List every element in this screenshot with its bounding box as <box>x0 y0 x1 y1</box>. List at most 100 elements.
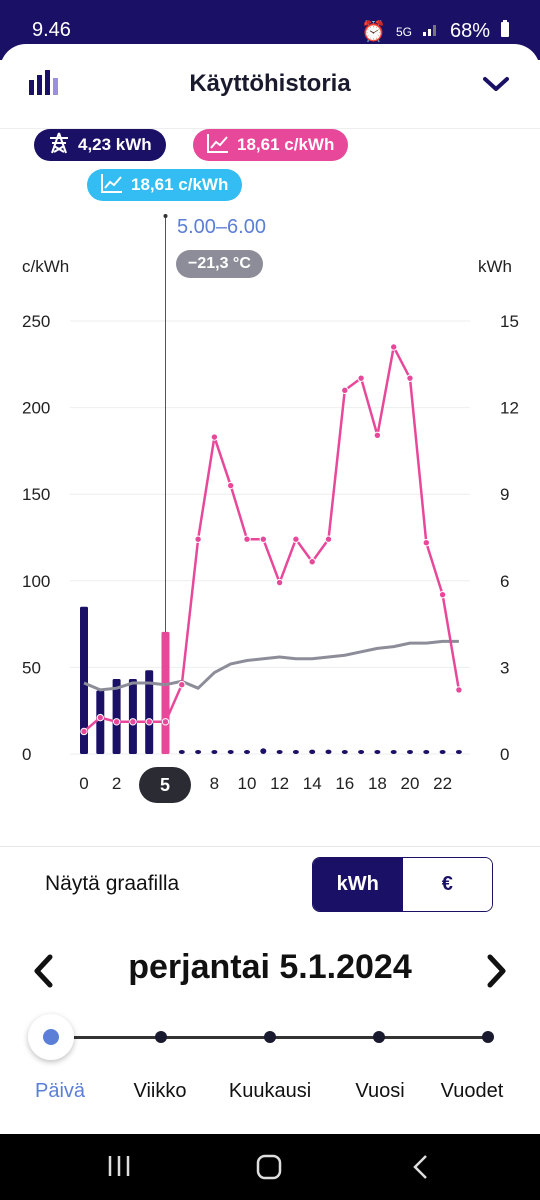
toggle-kwh[interactable]: kWh <box>313 858 403 911</box>
x-tick-label: 22 <box>433 774 452 793</box>
period-year[interactable]: Vuosi <box>330 1080 430 1103</box>
temperature-line <box>83 639 459 692</box>
energy-bar <box>161 631 170 754</box>
period-dot-month[interactable] <box>264 1031 276 1043</box>
show-on-chart-label: Näytä graafilla <box>45 872 180 895</box>
back-icon[interactable] <box>411 1154 431 1185</box>
spot-price-point <box>243 535 251 543</box>
left-tick-label: 50 <box>22 658 41 677</box>
right-tick-label: 0 <box>500 745 509 764</box>
spot-price-point <box>145 718 153 726</box>
spot-price-point <box>422 538 430 547</box>
energy-bar <box>227 750 234 754</box>
energy-bar <box>195 750 202 754</box>
spot-price-value: 18,61 c/kWh <box>237 135 335 154</box>
energy-bar <box>407 750 413 754</box>
left-tick-label: 200 <box>22 399 50 418</box>
spot-price-point <box>129 718 137 726</box>
energy-bar <box>423 750 430 754</box>
x-tick-label: 10 <box>238 774 257 793</box>
spot-price-point <box>80 727 88 736</box>
signal-icon <box>422 20 440 43</box>
spot-price-point <box>161 718 170 726</box>
period-dot-year[interactable] <box>373 1031 385 1043</box>
right-tick-label: 12 <box>500 399 519 418</box>
chevron-right-icon[interactable] <box>486 954 508 993</box>
recent-apps-icon[interactable] <box>107 1154 131 1183</box>
spot-price-point <box>96 713 105 722</box>
period-week[interactable]: Viikko <box>110 1080 210 1103</box>
spot-price-point <box>292 535 300 543</box>
x-tick-label: 14 <box>303 774 322 793</box>
right-tick-label: 6 <box>500 572 509 591</box>
energy-bar <box>244 750 250 754</box>
spot-price-point <box>112 718 121 726</box>
energy-bar <box>128 678 137 754</box>
spot-price-point <box>308 558 316 566</box>
spot-price-line <box>83 345 461 733</box>
line-chart-icon <box>101 173 123 198</box>
home-icon[interactable] <box>256 1154 282 1185</box>
right-tick-label: 15 <box>500 312 519 331</box>
spot-price-legend-pill: 18,61 c/kWh <box>193 129 349 161</box>
energy-bar <box>358 750 365 754</box>
x-tick-label: 0 <box>79 774 88 793</box>
energy-bar <box>96 690 105 754</box>
spot-price-point <box>373 431 382 440</box>
spot-price-point <box>275 578 284 587</box>
x-tick-label: 16 <box>335 774 354 793</box>
x-tick-label: 8 <box>210 774 219 793</box>
line-chart-icon <box>207 133 229 158</box>
spot-price-point <box>178 681 186 689</box>
right-tick-label: 9 <box>500 485 509 504</box>
unit-toggle[interactable]: kWh € <box>312 857 493 912</box>
page-title: Käyttöhistoria <box>189 70 351 97</box>
x-tick-label: 12 <box>270 774 289 793</box>
chevron-down-icon[interactable] <box>482 74 510 99</box>
energy-bar <box>112 678 121 754</box>
spot-price-point <box>406 374 414 382</box>
period-dot-years[interactable] <box>482 1031 494 1043</box>
toggle-euro[interactable]: € <box>402 858 492 911</box>
selected-hour-pill[interactable]: 5 <box>139 767 191 803</box>
energy-bar <box>276 750 283 754</box>
battery-level: 68% <box>449 20 490 42</box>
left-tick-label: 100 <box>22 572 50 591</box>
period-years[interactable]: Vuodet <box>422 1080 522 1103</box>
energy-bar <box>292 750 299 754</box>
fixed-price-value: 18,61 c/kWh <box>131 175 229 194</box>
left-tick-label: 150 <box>22 485 50 504</box>
spot-price-point <box>227 481 235 490</box>
spot-price-point <box>390 343 398 351</box>
energy-bar <box>178 750 185 754</box>
energy-bar <box>260 748 267 754</box>
cursor-top-dot <box>163 214 168 218</box>
spot-price-point <box>259 535 267 543</box>
right-tick-label: 3 <box>500 658 509 677</box>
energy-value: 4,23 kWh <box>78 135 152 154</box>
energy-bar <box>341 750 348 754</box>
selected-date: perjantai 5.1.2024 <box>128 948 412 986</box>
left-tick-label: 250 <box>22 312 50 331</box>
energy-bar <box>390 750 397 754</box>
x-tick-label: 2 <box>112 774 121 793</box>
x-tick-label: 20 <box>401 774 420 793</box>
spot-price-point <box>194 535 202 543</box>
usage-chart[interactable]: 250 15 200 12 150 9 100 6 50 3 0 0 0 2 8 10 12 14 16 18 20 22 <box>0 200 540 800</box>
date-navigation: perjantai 5.1.2024 <box>0 940 540 1000</box>
period-month[interactable]: Kuukausi <box>220 1080 320 1103</box>
battery-icon <box>500 19 510 44</box>
period-slider-knob[interactable] <box>28 1014 74 1060</box>
fixed-price-legend-pill: 18,61 c/kWh <box>87 169 243 201</box>
energy-bar <box>439 750 446 754</box>
spot-price-point <box>455 686 463 694</box>
status-icons: ⏰ 5G 68% <box>361 19 510 44</box>
spot-price-point <box>210 433 219 441</box>
period-dot-week[interactable] <box>155 1031 167 1043</box>
period-day[interactable]: Päivä <box>10 1080 110 1103</box>
header: Käyttöhistoria <box>0 44 540 128</box>
energy-bar <box>309 749 316 754</box>
energy-bar <box>325 749 332 754</box>
spot-price-point <box>357 374 365 382</box>
network-type: 5G <box>395 24 412 39</box>
